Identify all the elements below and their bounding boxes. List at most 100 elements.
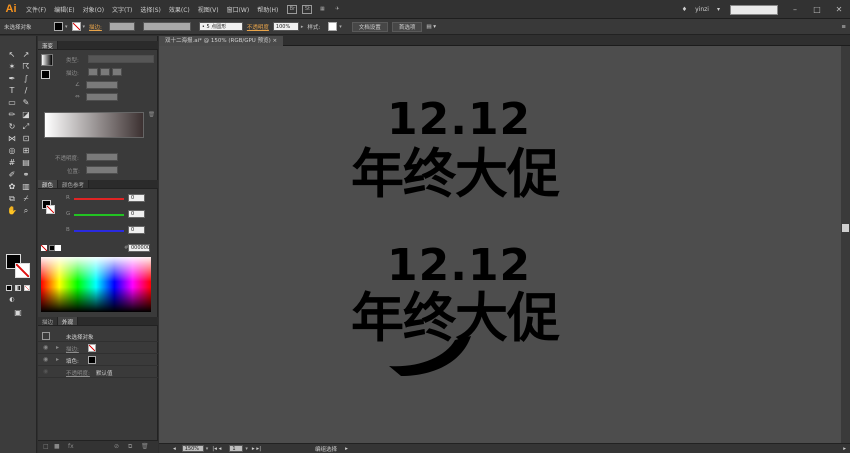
artboard-tool-icon[interactable]: ⧉ xyxy=(7,194,17,204)
status-menu-icon[interactable]: ▸ xyxy=(345,446,348,452)
gradient-stroke-option-1[interactable] xyxy=(88,68,98,76)
perspective-grid-icon[interactable]: ⊞ xyxy=(21,146,31,156)
stock-icon[interactable]: St xyxy=(302,4,313,14)
menu-help[interactable]: 帮助(H) xyxy=(253,5,282,14)
artwork-2-date[interactable]: 12.12 xyxy=(387,244,531,288)
appearance-stroke-label[interactable]: 描边: xyxy=(66,345,79,353)
user-name[interactable]: yinzi xyxy=(691,6,713,13)
stroke-weight-field[interactable] xyxy=(108,22,135,31)
add-fill-icon[interactable]: ■ xyxy=(54,443,60,450)
gradient-mode-button[interactable] xyxy=(15,285,21,291)
add-stroke-icon[interactable]: □ xyxy=(43,443,49,450)
screen-mode-icon[interactable]: ▣ xyxy=(13,308,23,318)
chevron-down-icon[interactable]: ▾ xyxy=(713,6,724,13)
width-tool-icon[interactable]: ⋈ xyxy=(7,134,17,144)
pen-tool-icon[interactable]: ✒ xyxy=(7,74,17,84)
artwork-1-slogan[interactable]: 年终大促 xyxy=(351,146,560,204)
chevron-right-icon[interactable]: ▸ xyxy=(56,356,59,363)
artwork-2-swoosh[interactable] xyxy=(387,336,472,378)
pencil-icon[interactable]: ✏ xyxy=(7,110,17,120)
none-mode-button[interactable] xyxy=(24,285,30,291)
close-tab-icon[interactable]: × xyxy=(272,38,277,44)
menu-edit[interactable]: 编辑(E) xyxy=(50,5,78,14)
chevron-down-icon[interactable]: ▾ xyxy=(83,24,86,30)
eyedropper-icon[interactable]: ✐ xyxy=(7,170,17,180)
gradient-slider[interactable] xyxy=(44,112,144,138)
channel-r-value[interactable]: 0 xyxy=(128,194,145,202)
tab-gradient[interactable]: 渐变 xyxy=(38,41,59,50)
gradient-aspect-field[interactable] xyxy=(86,93,118,101)
appearance-fill-swatch[interactable] xyxy=(88,356,96,364)
rotate-tool-icon[interactable]: ↻ xyxy=(7,122,17,132)
scroll-right-icon[interactable]: ▸ xyxy=(843,446,846,452)
draw-mode-icon[interactable]: ◐ xyxy=(7,295,17,305)
gradient-angle-field[interactable] xyxy=(86,81,118,89)
maximize-icon[interactable]: □ xyxy=(806,5,828,14)
close-icon[interactable]: ✕ xyxy=(828,5,850,14)
menu-object[interactable]: 对象(O) xyxy=(79,5,108,14)
appearance-opacity-label[interactable]: 不透明度: xyxy=(66,369,90,377)
channel-b-value[interactable]: 0 xyxy=(128,226,145,234)
slice-tool-icon[interactable]: ⌿ xyxy=(21,194,31,204)
color-stroke-box[interactable] xyxy=(46,205,55,214)
page-field[interactable]: 1 xyxy=(229,445,244,452)
eye-icon[interactable]: ◉ xyxy=(43,356,48,363)
clear-appearance-icon[interactable]: ⊘ xyxy=(114,443,119,450)
curvature-tool-icon[interactable]: ∫ xyxy=(21,74,31,84)
send-icon[interactable]: ✈ xyxy=(332,5,342,14)
scroll-left-icon[interactable]: ◂ xyxy=(173,446,176,452)
shape-builder-icon[interactable]: ◎ xyxy=(7,146,17,156)
eye-icon[interactable]: ◉ xyxy=(43,368,48,375)
menu-effect[interactable]: 效果(C) xyxy=(165,5,194,14)
symbol-sprayer-icon[interactable]: ✿ xyxy=(7,182,17,192)
fx-icon[interactable]: fx xyxy=(68,443,74,450)
zoom-tool-icon[interactable]: ⌕ xyxy=(21,206,31,216)
chevron-down-icon[interactable]: ▾ xyxy=(206,446,209,452)
tab-color[interactable]: 颜色 xyxy=(38,180,59,189)
stroke-color-box[interactable] xyxy=(15,263,30,278)
tab-appearance[interactable]: 外观 xyxy=(58,317,79,326)
preferences-button[interactable]: 首选项 xyxy=(391,21,423,32)
chevron-down-icon[interactable]: ▾ xyxy=(245,446,248,452)
document-setup-button[interactable]: 文档设置 xyxy=(351,21,388,32)
line-tool-icon[interactable]: / xyxy=(21,86,31,96)
chevron-down-icon[interactable]: ▾ xyxy=(339,24,342,30)
type-tool-icon[interactable]: T xyxy=(7,86,17,96)
gradient-preview-swatch[interactable] xyxy=(41,54,53,66)
color-mode-button[interactable] xyxy=(6,285,12,291)
stroke-swatch[interactable] xyxy=(71,22,81,31)
vertical-scrollbar[interactable] xyxy=(841,46,850,443)
opacity-label[interactable]: 不透明度 xyxy=(247,23,269,31)
channel-g-value[interactable]: 0 xyxy=(128,210,145,218)
chevron-right-icon[interactable]: ▸ xyxy=(301,24,304,30)
chevron-down-icon[interactable]: ▾ xyxy=(65,24,68,30)
artwork-1-date[interactable]: 12.12 xyxy=(387,98,531,142)
canvas[interactable]: 12.12 年终大促 12.12 年终大促 xyxy=(159,46,841,443)
menu-file[interactable]: 文件(F) xyxy=(22,5,50,14)
gradient-stroke-option-2[interactable] xyxy=(100,68,110,76)
magic-wand-icon[interactable]: ✶ xyxy=(7,62,17,72)
stroke-label[interactable]: 描边: xyxy=(89,23,102,31)
first-page-icon[interactable]: |◂ ◂ xyxy=(212,446,221,452)
minimize-icon[interactable]: – xyxy=(784,5,806,14)
gradient-position-field[interactable] xyxy=(86,166,118,174)
white-swatch[interactable] xyxy=(55,245,61,251)
scale-tool-icon[interactable]: ⤢ xyxy=(21,122,31,132)
gradient-fill-swatch[interactable] xyxy=(41,70,50,79)
column-graph-icon[interactable]: ▥ xyxy=(21,182,31,192)
document-tab[interactable]: 双十二海报.ai* @ 150% (RGB/GPU 预览) × xyxy=(159,36,284,46)
gradient-opacity-field[interactable] xyxy=(86,153,118,161)
bridge-icon[interactable]: Br xyxy=(287,4,298,14)
menu-select[interactable]: 选择(S) xyxy=(136,5,165,14)
appearance-stroke-swatch[interactable] xyxy=(88,344,96,352)
channel-g-slider[interactable] xyxy=(74,214,124,216)
next-page-icon[interactable]: ▸ ▸| xyxy=(252,446,261,452)
paintbrush-icon[interactable]: ✎ xyxy=(21,98,31,108)
free-transform-icon[interactable]: ⊡ xyxy=(21,134,31,144)
hand-tool-icon[interactable]: ✋ xyxy=(7,206,17,216)
gradient-stroke-option-3[interactable] xyxy=(112,68,122,76)
channel-r-slider[interactable] xyxy=(74,198,124,200)
mesh-tool-icon[interactable]: # xyxy=(7,158,17,168)
appearance-stroke-row[interactable]: ◉ ▸ 描边: xyxy=(38,343,158,354)
variable-width-field[interactable] xyxy=(142,22,191,31)
